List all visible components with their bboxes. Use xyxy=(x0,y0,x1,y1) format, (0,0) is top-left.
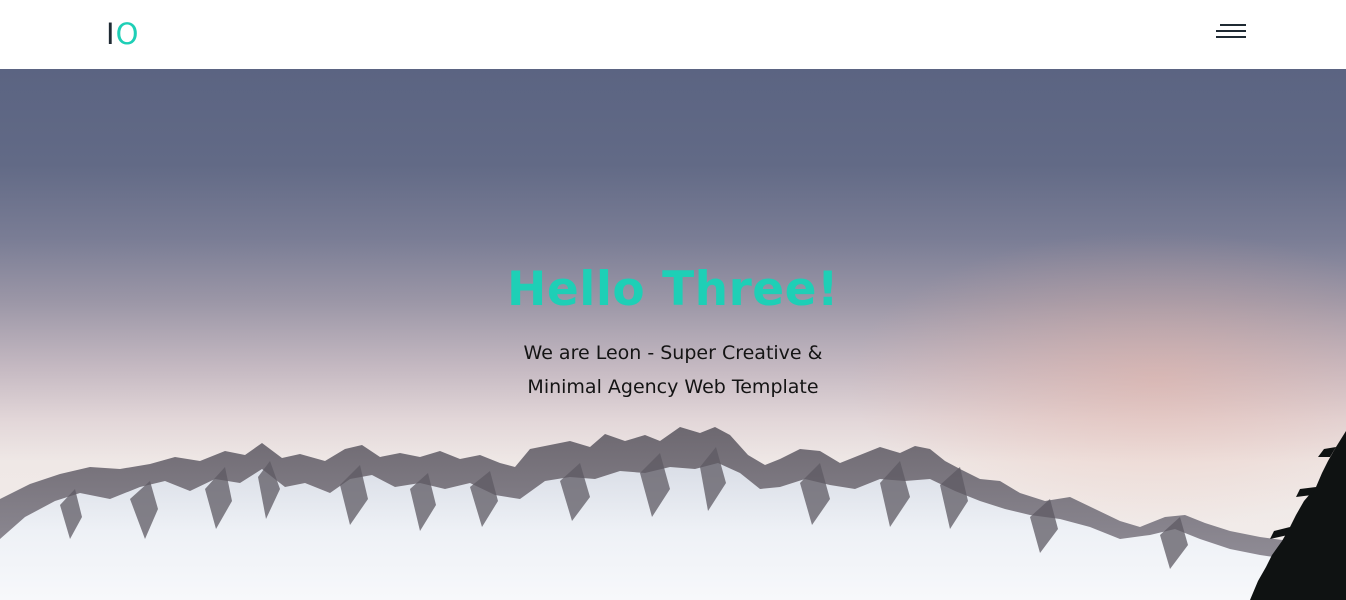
logo-letter-i: I xyxy=(106,17,116,51)
mountain-range-image xyxy=(0,427,1346,600)
site-logo[interactable]: I O xyxy=(106,17,139,51)
pine-tree-silhouette xyxy=(1250,431,1346,600)
hero-subtitle-line-1: We are Leon - Super Creative & xyxy=(523,342,823,364)
hero-subtitle: We are Leon - Super Creative & Minimal A… xyxy=(473,336,873,404)
hero-subtitle-line-2: Minimal Agency Web Template xyxy=(527,376,819,398)
hero-section: Hello Three! We are Leon - Super Creativ… xyxy=(0,69,1346,600)
menu-bar-middle xyxy=(1216,30,1246,32)
site-header: I O xyxy=(0,0,1346,69)
menu-bar-top xyxy=(1220,24,1246,26)
menu-bar-bottom xyxy=(1216,36,1246,38)
logo-letter-o: O xyxy=(115,17,140,51)
hamburger-menu-icon[interactable] xyxy=(1212,18,1250,46)
hero-title: Hello Three! xyxy=(507,262,839,317)
